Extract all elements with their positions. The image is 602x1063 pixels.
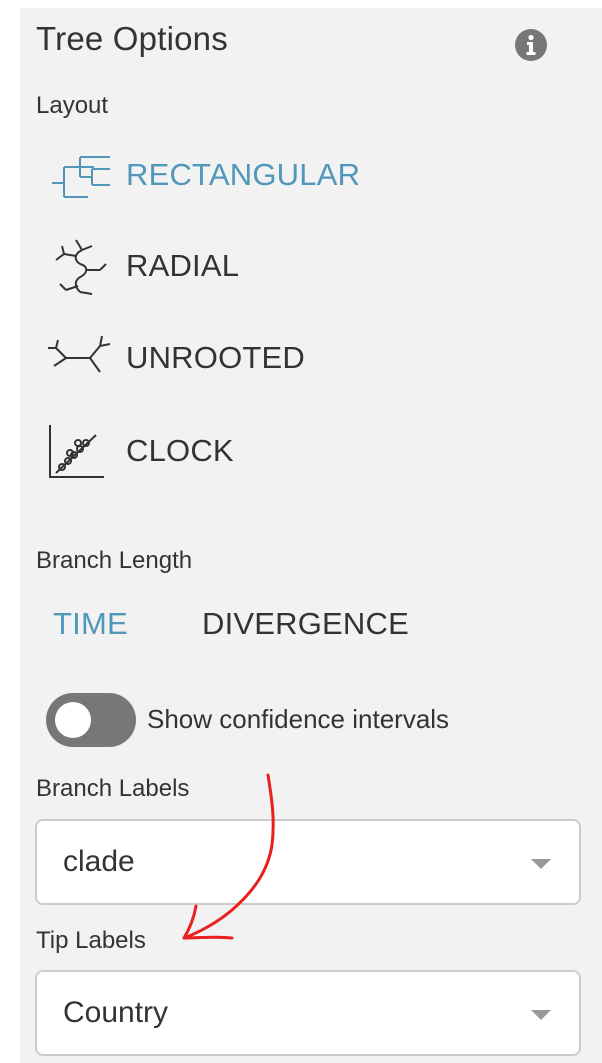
layout-label: Layout [36,92,109,119]
chevron-down-icon [531,1010,551,1020]
toggle-knob [55,702,91,738]
layout-option-label: CLOCK [126,433,234,468]
layout-option-label: RECTANGULAR [126,157,361,192]
rectangular-tree-icon [52,156,110,198]
tip-labels-select[interactable]: Country [35,970,581,1056]
chevron-down-icon [531,859,551,869]
layout-option-unrooted[interactable]: UNROOTED [44,328,404,388]
radial-tree-icon [55,239,107,295]
tip-labels-label: Tip Labels [36,927,146,954]
branch-length-time-button[interactable]: TIME [53,606,128,642]
panel-title: Tree Options [36,20,228,57]
layout-option-clock[interactable]: CLOCK [44,421,404,481]
layout-option-label: UNROOTED [126,340,305,375]
branch-labels-label: Branch Labels [36,775,190,802]
branch-labels-select[interactable]: clade [35,819,581,905]
clock-tree-icon [49,425,104,478]
layout-option-radial[interactable]: RADIAL [44,236,404,296]
layout-option-rectangular[interactable]: RECTANGULAR [44,145,404,205]
confidence-intervals-label: Show confidence intervals [147,704,450,734]
layout-option-label: RADIAL [126,248,240,283]
branch-length-divergence-button[interactable]: DIVERGENCE [202,606,409,642]
unrooted-tree-icon [48,335,111,373]
select-value: clade [63,845,135,878]
select-value: Country [63,996,169,1029]
confidence-intervals-toggle[interactable] [46,693,136,747]
info-circle-icon[interactable] [514,28,548,62]
branch-length-label: Branch Length [36,547,193,574]
